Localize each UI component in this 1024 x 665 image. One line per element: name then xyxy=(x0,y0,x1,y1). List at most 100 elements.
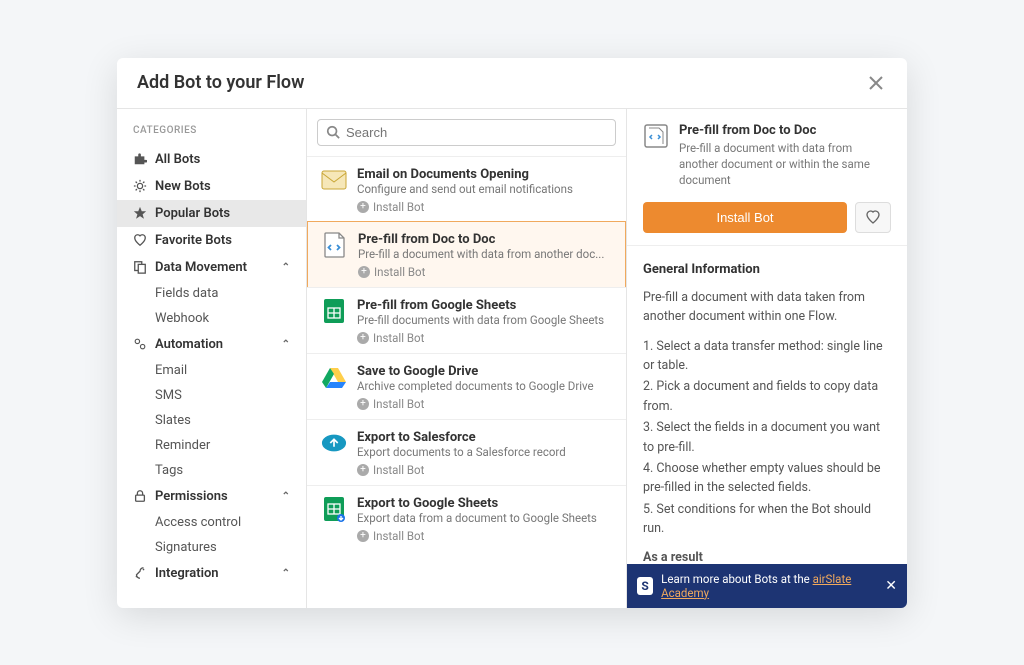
bot-name: Save to Google Drive xyxy=(357,364,612,379)
sidebar-sub-reminder[interactable]: Reminder xyxy=(117,433,306,458)
sidebar-item-popular-bots[interactable]: Popular Bots xyxy=(117,200,306,227)
bot-name: Pre-fill from Doc to Doc xyxy=(358,232,611,247)
detail-step: 5. Set conditions for when the Bot shoul… xyxy=(643,500,891,539)
bot-icon xyxy=(321,430,347,456)
bot-description: Pre-fill documents with data from Google… xyxy=(357,313,612,327)
bot-icon xyxy=(321,167,347,193)
heart-icon xyxy=(133,233,147,247)
modal-body: CATEGORIES All Bots New Bots Popular Bots F… xyxy=(117,109,907,608)
detail-intro: Pre-fill a document with data taken from… xyxy=(643,288,891,327)
search-icon xyxy=(326,125,340,139)
install-bot-link[interactable]: Install Bot xyxy=(358,265,611,279)
lock-icon xyxy=(133,489,147,503)
banner-text: Learn more about Bots at the airSlate Ac… xyxy=(661,572,877,600)
sidebar-group-automation[interactable]: Automation ⌃ xyxy=(117,331,306,358)
bot-item[interactable]: Save to Google DriveArchive completed do… xyxy=(307,353,626,419)
sidebar-item-label: New Bots xyxy=(155,179,211,194)
detail-bot-icon xyxy=(643,123,669,149)
academy-icon: S xyxy=(637,577,653,595)
bot-name: Export to Salesforce xyxy=(357,430,612,445)
sidebar-group-label: Data Movement xyxy=(155,260,247,275)
sidebar-group-permissions[interactable]: Permissions ⌃ xyxy=(117,483,306,510)
install-bot-link[interactable]: Install Bot xyxy=(357,331,612,345)
close-button[interactable] xyxy=(865,72,887,94)
sidebar-item-label: Favorite Bots xyxy=(155,233,232,248)
sidebar-sub-sms[interactable]: SMS xyxy=(117,383,306,408)
bot-item[interactable]: Email on Documents OpeningConfigure and … xyxy=(307,156,626,222)
bot-item[interactable]: Pre-fill from Google SheetsPre-fill docu… xyxy=(307,287,626,353)
bot-description: Export data from a document to Google Sh… xyxy=(357,511,612,525)
academy-banner: S Learn more about Bots at the airSlate … xyxy=(627,564,907,608)
close-icon xyxy=(869,76,883,90)
detail-step: 1. Select a data transfer method: single… xyxy=(643,337,891,376)
bot-item[interactable]: Export to SalesforceExport documents to … xyxy=(307,419,626,485)
sidebar-sub-slates[interactable]: Slates xyxy=(117,408,306,433)
detail-title: Pre-fill from Doc to Doc xyxy=(679,123,891,138)
sidebar-group-integration[interactable]: Integration ⌃ xyxy=(117,560,306,587)
bot-icon xyxy=(321,298,347,324)
bot-icon xyxy=(322,232,348,258)
sidebar-sub-signatures[interactable]: Signatures xyxy=(117,535,306,560)
bot-description: Configure and send out email notificatio… xyxy=(357,182,612,196)
heart-icon xyxy=(865,209,881,225)
banner-close-button[interactable]: ✕ xyxy=(885,577,897,594)
bot-name: Export to Google Sheets xyxy=(357,496,612,511)
sidebar-sub-tags[interactable]: Tags xyxy=(117,458,306,483)
chevron-up-icon: ⌃ xyxy=(282,491,290,502)
chevron-up-icon: ⌃ xyxy=(282,568,290,579)
sidebar-item-label: All Bots xyxy=(155,152,200,167)
detail-step: 3. Select the fields in a document you w… xyxy=(643,418,891,457)
sidebar-group-data-movement[interactable]: Data Movement ⌃ xyxy=(117,254,306,281)
sidebar-item-new-bots[interactable]: New Bots xyxy=(117,173,306,200)
sidebar-sub-access-control[interactable]: Access control xyxy=(117,510,306,535)
install-bot-button[interactable]: Install Bot xyxy=(643,202,847,233)
detail-step: 4. Choose whether empty values should be… xyxy=(643,459,891,498)
detail-panel: Pre-fill from Doc to Doc Pre-fill a docu… xyxy=(627,109,907,608)
bot-description: Export documents to a Salesforce record xyxy=(357,445,612,459)
favorite-button[interactable] xyxy=(855,202,891,233)
modal-header: Add Bot to your Flow xyxy=(117,58,907,109)
chevron-up-icon: ⌃ xyxy=(282,339,290,350)
sidebar-item-all-bots[interactable]: All Bots xyxy=(117,146,306,173)
detail-subtitle: Pre-fill a document with data from anoth… xyxy=(679,140,891,188)
sidebar: CATEGORIES All Bots New Bots Popular Bots F… xyxy=(117,109,307,608)
sidebar-item-favorite-bots[interactable]: Favorite Bots xyxy=(117,227,306,254)
detail-step: 2. Pick a document and fields to copy da… xyxy=(643,377,891,416)
search-input[interactable] xyxy=(346,125,607,140)
bot-icon xyxy=(321,496,347,522)
bot-item[interactable]: Export to Google SheetsExport data from … xyxy=(307,485,626,551)
sidebar-group-label: Automation xyxy=(155,337,223,352)
sidebar-heading: CATEGORIES xyxy=(117,121,306,146)
sidebar-group-label: Permissions xyxy=(155,489,228,504)
bot-list-panel: Email on Documents OpeningConfigure and … xyxy=(307,109,627,608)
bot-description: Archive completed documents to Google Dr… xyxy=(357,379,612,393)
general-info-heading: General Information xyxy=(643,260,891,280)
search-box[interactable] xyxy=(317,119,616,146)
star-icon xyxy=(133,206,147,220)
copy-icon xyxy=(133,260,147,274)
bot-name: Pre-fill from Google Sheets xyxy=(357,298,612,313)
sidebar-sub-fields-data[interactable]: Fields data xyxy=(117,281,306,306)
bot-icon xyxy=(321,364,347,390)
install-bot-link[interactable]: Install Bot xyxy=(357,397,612,411)
puzzle-icon xyxy=(133,152,147,166)
chevron-up-icon: ⌃ xyxy=(282,262,290,273)
sidebar-sub-webhook[interactable]: Webhook xyxy=(117,306,306,331)
sidebar-sub-email[interactable]: Email xyxy=(117,358,306,383)
detail-header: Pre-fill from Doc to Doc Pre-fill a docu… xyxy=(627,109,907,246)
install-bot-link[interactable]: Install Bot xyxy=(357,529,612,543)
bot-description: Pre-fill a document with data from anoth… xyxy=(358,247,611,261)
gear-icon xyxy=(133,179,147,193)
sidebar-group-label: Integration xyxy=(155,566,219,581)
sidebar-item-label: Popular Bots xyxy=(155,206,230,221)
bot-item[interactable]: Pre-fill from Doc to DocPre-fill a docum… xyxy=(307,221,626,288)
plug-icon xyxy=(133,566,147,580)
modal-title: Add Bot to your Flow xyxy=(137,72,304,93)
search-wrap xyxy=(307,109,626,156)
add-bot-modal: Add Bot to your Flow CATEGORIES All Bots… xyxy=(117,58,907,608)
bot-list[interactable]: Email on Documents OpeningConfigure and … xyxy=(307,156,626,608)
install-bot-link[interactable]: Install Bot xyxy=(357,200,612,214)
gears-icon xyxy=(133,337,147,351)
detail-body: General Information Pre-fill a document … xyxy=(627,246,907,608)
install-bot-link[interactable]: Install Bot xyxy=(357,463,612,477)
